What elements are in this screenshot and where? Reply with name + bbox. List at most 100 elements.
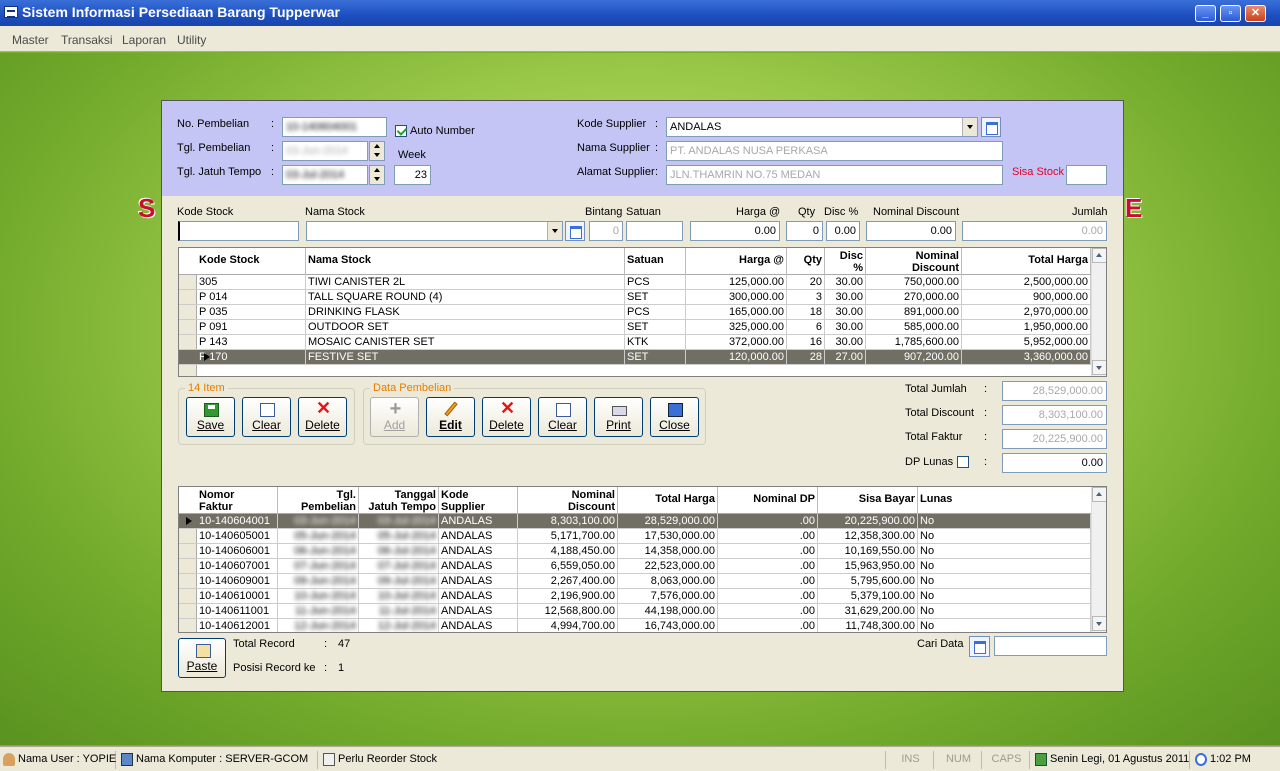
invoice-grid-scrollbar[interactable]: [1091, 487, 1106, 632]
cell-satuan: PCS: [625, 275, 686, 290]
chevron-down-icon[interactable]: [547, 222, 562, 240]
chevron-down-icon[interactable]: [962, 118, 977, 136]
stock-lookup-button[interactable]: [565, 221, 585, 241]
col-tgl-line1: Tgl.: [336, 489, 356, 501]
col-harga[interactable]: Harga @: [686, 248, 787, 275]
col-tgl-pembelian[interactable]: Tgl. Pembelian: [278, 487, 359, 514]
total-record-label: Total Record: [233, 638, 295, 650]
table-row[interactable]: 10-140604001 03-Jun-2014 03-Jul-2014 ANDALA…: [179, 514, 1091, 529]
cell-harga: 120,000.00: [686, 350, 787, 365]
col-nominal-dp[interactable]: Nominal DP: [718, 487, 818, 514]
table-row[interactable]: 10-140607001 07-Jun-2014 07-Jul-2014 ANDALA…: [179, 559, 1091, 574]
table-row[interactable]: 10-140612001 12-Jun-2014 12-Jul-2014 ANDALA…: [179, 619, 1091, 632]
tgl-jatuh-tempo-input[interactable]: 03-Jul-2014: [282, 165, 368, 185]
minimize-button[interactable]: _: [1195, 5, 1216, 22]
cell-nd: 12,568,800.00: [518, 604, 618, 619]
close-window-button[interactable]: ✕: [1245, 5, 1266, 22]
table-row[interactable]: P 014 TALL SQUARE ROUND (4) SET 300,000.00 3…: [179, 290, 1091, 305]
tgl-pembelian-input[interactable]: 03-Jun-2014: [282, 141, 368, 161]
menu-laporan[interactable]: Laporan: [122, 33, 166, 47]
detail-grid-scrollbar[interactable]: [1091, 248, 1106, 376]
table-row[interactable]: 10-140605001 05-Jun-2014 05-Jul-2014 ANDALA…: [179, 529, 1091, 544]
no-pembelian-input[interactable]: 10-140604001: [282, 117, 387, 137]
col-total-harga[interactable]: Total Harga: [618, 487, 718, 514]
table-row[interactable]: P 143 MOSAIC CANISTER SET KTK 372,000.00 16 3…: [179, 335, 1091, 350]
harga-input[interactable]: 0.00: [690, 221, 780, 241]
col-nama-stock[interactable]: Nama Stock: [306, 248, 625, 275]
col-sisa-bayar[interactable]: Sisa Bayar: [818, 487, 918, 514]
auto-number-checkbox[interactable]: [395, 125, 407, 137]
menu-utility[interactable]: Utility: [177, 33, 206, 47]
col-nomor-faktur[interactable]: Nomor Faktur: [197, 487, 278, 514]
menu-transaksi[interactable]: Transaksi: [61, 33, 113, 47]
cell-sisa: 11,748,300.00: [818, 619, 918, 632]
col-nominal-discount[interactable]: Nominal Discount: [518, 487, 618, 514]
no-pembelian-label: No. Pembelian: [177, 118, 250, 130]
table-row[interactable]: 10-140610001 10-Jun-2014 10-Jul-2014 ANDALA…: [179, 589, 1091, 604]
cell-satuan: PCS: [625, 305, 686, 320]
nama-stock-select[interactable]: [306, 221, 563, 241]
paste-button[interactable]: Paste: [178, 638, 226, 678]
dp-lunas-checkbox[interactable]: [957, 456, 969, 468]
col-tj-line2: Jatuh Tempo: [368, 501, 436, 513]
scroll-down-icon[interactable]: [1092, 616, 1106, 631]
close-button[interactable]: Close: [650, 397, 699, 437]
table-row[interactable]: P 170 FESTIVE SET SET 120,000.00 28 27.00 907,…: [179, 350, 1091, 365]
add-button[interactable]: + Add: [370, 397, 419, 437]
table-row[interactable]: 305 TIWI CANISTER 2L PCS 125,000.00 20 30.00 7…: [179, 275, 1091, 290]
col-jatuh-tempo[interactable]: Tanggal Jatuh Tempo: [359, 487, 439, 514]
col-nominal-discount[interactable]: Nominal Discount: [866, 248, 962, 275]
kode-stock-input[interactable]: [178, 221, 299, 241]
menu-master[interactable]: Master: [12, 33, 49, 47]
clear-button[interactable]: Clear: [538, 397, 587, 437]
cell-nomor: 10-140605001: [197, 529, 278, 544]
edit-button[interactable]: Edit: [426, 397, 475, 437]
qty-input[interactable]: 0: [786, 221, 823, 241]
scroll-up-icon[interactable]: [1092, 248, 1106, 263]
supplier-lookup-button[interactable]: [981, 117, 1001, 137]
col-total-harga[interactable]: Total Harga: [962, 248, 1091, 275]
print-button[interactable]: Print: [594, 397, 643, 437]
cell-sisa: 5,795,600.00: [818, 574, 918, 589]
disc-input[interactable]: 0.00: [826, 221, 860, 241]
table-row[interactable]: 10-140606001 06-Jun-2014 06-Jul-2014 ANDALA…: [179, 544, 1091, 559]
col-kode-supplier[interactable]: Kode Supplier: [439, 487, 518, 514]
clear-item-button[interactable]: Clear: [242, 397, 291, 437]
dp-lunas-input[interactable]: 0.00: [1002, 453, 1107, 473]
restore-button[interactable]: ▫: [1220, 5, 1241, 22]
table-row[interactable]: 10-140611001 11-Jun-2014 11-Jul-2014 ANDALA…: [179, 604, 1091, 619]
col-kode-stock[interactable]: Kode Stock: [197, 248, 306, 275]
col-lunas[interactable]: Lunas: [918, 487, 1091, 514]
search-icon[interactable]: [969, 636, 990, 657]
delete-button[interactable]: ✕ Delete: [482, 397, 531, 437]
cell-disc: 30.00: [825, 320, 866, 335]
status-ins: INS: [888, 751, 934, 769]
scroll-down-icon[interactable]: [1092, 360, 1106, 375]
col-satuan[interactable]: Satuan: [625, 248, 686, 275]
table-row[interactable]: P 035 DRINKING FLASK PCS 165,000.00 18 30.00 8…: [179, 305, 1091, 320]
cari-data-input[interactable]: [994, 636, 1107, 656]
invoice-grid[interactable]: Nomor Faktur Tgl. Pembelian Tanggal Jatuh T…: [178, 486, 1107, 633]
tgl-jatuh-tempo-spinner[interactable]: [369, 165, 385, 185]
scroll-up-icon[interactable]: [1092, 487, 1106, 502]
new-row[interactable]: [179, 365, 1091, 376]
table-row[interactable]: 10-140609001 09-Jun-2014 09-Jul-2014 ANDALA…: [179, 574, 1091, 589]
tgl-pembelian-spinner[interactable]: [369, 141, 385, 161]
detail-grid[interactable]: Kode Stock Nama Stock Satuan Harga @ Qty…: [178, 247, 1107, 377]
cell-tgl: 12-Jun-2014: [278, 619, 359, 632]
cell-nomor: 10-140606001: [197, 544, 278, 559]
cell-nd: 4,994,700.00: [518, 619, 618, 632]
week-input[interactable]: 23: [394, 165, 431, 185]
table-row[interactable]: P 091 OUTDOOR SET SET 325,000.00 6 30.00 585,0…: [179, 320, 1091, 335]
cell-harga: 300,000.00: [686, 290, 787, 305]
save-button[interactable]: Save: [186, 397, 235, 437]
user-icon: [3, 752, 15, 766]
cell-dp: .00: [718, 529, 818, 544]
delete-item-button[interactable]: ✕ Delete: [298, 397, 347, 437]
background-logo-right: E: [1125, 193, 1143, 223]
col-qty[interactable]: Qty: [787, 248, 825, 275]
nominal-discount-input[interactable]: 0.00: [866, 221, 956, 241]
kode-supplier-select[interactable]: ANDALAS: [666, 117, 978, 137]
col-disc[interactable]: Disc%: [825, 248, 866, 275]
cell-harga: 372,000.00: [686, 335, 787, 350]
